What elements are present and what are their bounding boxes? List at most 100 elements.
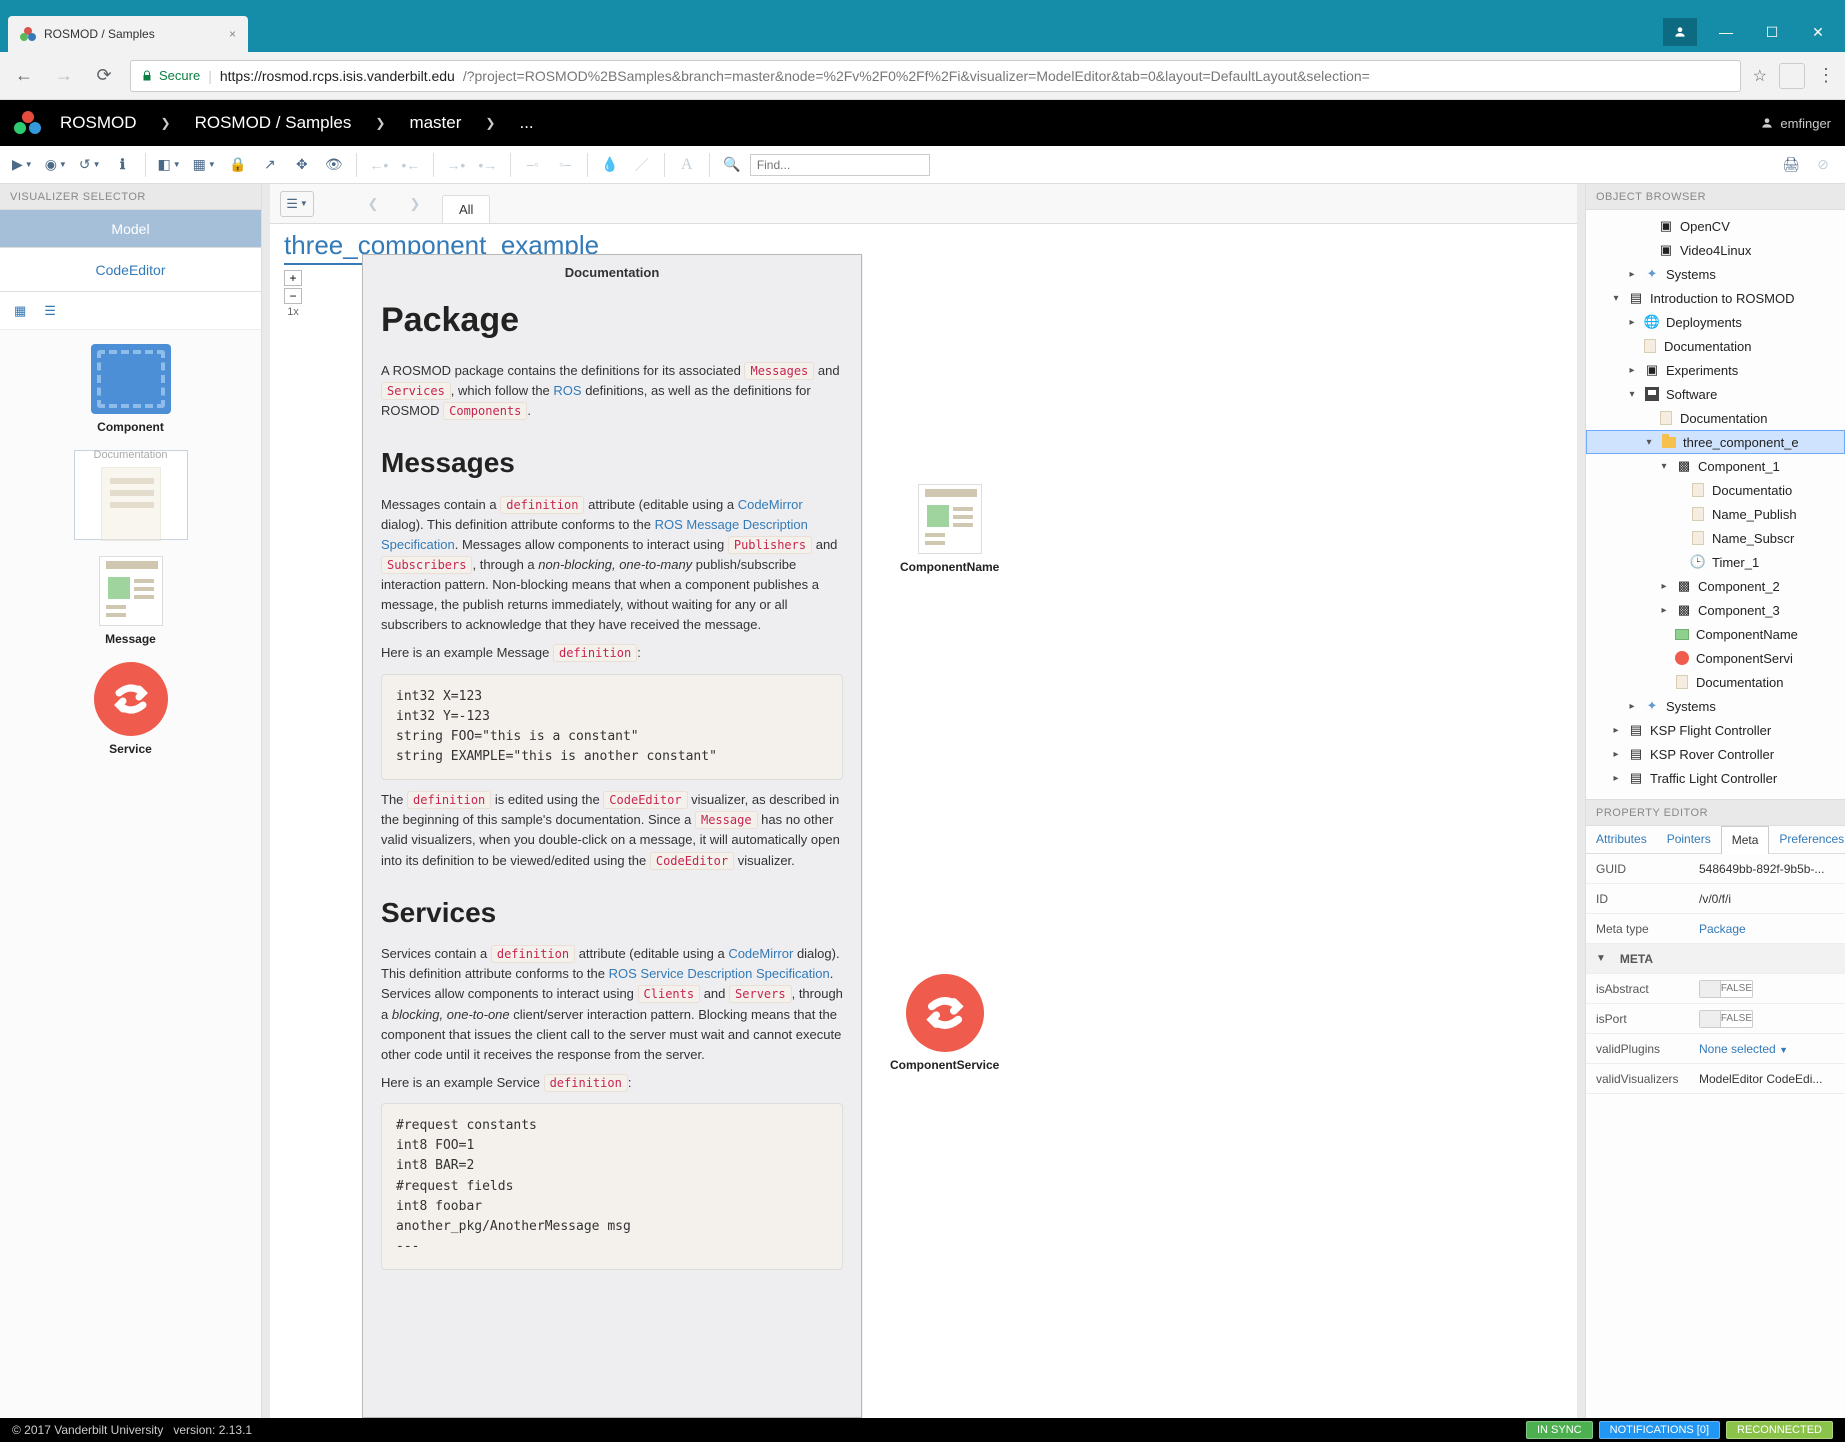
maximize-icon[interactable]: ☐ (1749, 16, 1795, 48)
badge-notifications[interactable]: NOTIFICATIONS [0] (1599, 1421, 1720, 1439)
documentation-icon (101, 467, 161, 541)
collapse-icon[interactable]: ▼ (1596, 953, 1606, 964)
object-tree[interactable]: ▣OpenCV ▣Video4Linux ▸✦Systems ▾▤Introdu… (1586, 210, 1845, 800)
zoom-in-button[interactable]: + (284, 270, 302, 286)
expand-icon[interactable]: ▸ (1610, 749, 1622, 760)
user-icon (1760, 116, 1774, 130)
expand-icon[interactable]: ▸ (1658, 581, 1670, 592)
lock-button[interactable]: 🔒 (224, 151, 252, 179)
doc-para: Services contain a definition attribute … (381, 944, 843, 1065)
play-button[interactable]: ▶▼ (8, 151, 37, 179)
prop-value[interactable]: Package (1699, 922, 1835, 936)
arrow-in-right-button[interactable]: •→ (474, 151, 502, 179)
crumb-project[interactable]: ROSMOD / Samples (195, 113, 352, 133)
canvas-back-icon[interactable]: ❮ (358, 191, 388, 217)
badge-insync[interactable]: IN SYNC (1526, 1421, 1593, 1439)
collapse-icon[interactable]: ▾ (1610, 293, 1622, 304)
expand-icon[interactable]: ▸ (1626, 269, 1638, 280)
undo-button[interactable]: ↺▼ (75, 151, 105, 179)
canvas[interactable]: three_component_example + − 1x Documenta… (270, 224, 1577, 1418)
visualizer-codeeditor-tab[interactable]: CodeEditor (0, 248, 261, 292)
tab-meta[interactable]: Meta (1721, 826, 1770, 854)
close-window-icon[interactable]: ✕ (1795, 16, 1841, 48)
expand-icon[interactable]: ▸ (1626, 701, 1638, 712)
canvas-list-button[interactable]: ☰▼ (280, 191, 314, 217)
app-logo-icon (14, 109, 42, 137)
view-grid-icon[interactable]: ▦ (14, 303, 26, 319)
splitter-left[interactable] (262, 184, 270, 1418)
tab-attributes[interactable]: Attributes (1586, 826, 1657, 853)
palette-documentation[interactable]: Documentation (71, 450, 191, 540)
expand-icon[interactable]: ▸ (1658, 605, 1670, 616)
module-icon: ▣ (1658, 242, 1674, 258)
menu-kebab-icon[interactable]: ⋮ (1817, 65, 1835, 86)
target-button[interactable]: ◉▼ (41, 151, 71, 179)
prop-toggle[interactable]: FALSE (1699, 1010, 1835, 1028)
handle-left-button[interactable]: ⎯◦ (519, 151, 547, 179)
visualizer-model-tab[interactable]: Model (0, 210, 261, 248)
palette-label: Message (105, 632, 156, 646)
badge-reconnected[interactable]: RECONNECTED (1726, 1421, 1833, 1439)
font-button[interactable]: A (673, 151, 701, 179)
move-button[interactable]: ✥ (288, 151, 316, 179)
canvas-node-componentname[interactable]: ComponentName (900, 484, 999, 574)
prop-toggle[interactable]: FALSE (1699, 980, 1835, 998)
eye-button[interactable]: 👁 (320, 151, 348, 179)
back-icon[interactable]: ← (10, 62, 38, 90)
crumb-branch[interactable]: master (409, 113, 461, 133)
expand-icon[interactable]: ▸ (1610, 773, 1622, 784)
minimize-icon[interactable]: — (1703, 16, 1749, 48)
tree-node-selected[interactable]: ▾three_component_e (1586, 430, 1845, 454)
bookmark-star-icon[interactable]: ☆ (1753, 66, 1767, 86)
documentation-panel[interactable]: Documentation Package A ROSMOD package c… (362, 254, 862, 1418)
expand-icon[interactable]: ▸ (1626, 365, 1638, 376)
handle-right-button[interactable]: ◦⎯ (551, 151, 579, 179)
rotate-button[interactable]: ↗ (256, 151, 284, 179)
browser-tab[interactable]: ROSMOD / Samples × (8, 16, 248, 52)
canvas-crumb-tab[interactable]: All (442, 195, 490, 223)
print-button[interactable]: 🖨 (1777, 151, 1805, 179)
arrow-out-left-button[interactable]: •← (397, 151, 425, 179)
extension-icon[interactable] (1779, 63, 1805, 89)
prop-dropdown[interactable]: None selected ▼ (1699, 1042, 1835, 1056)
crumb-more[interactable]: ... (519, 113, 533, 133)
find-input[interactable] (750, 154, 930, 176)
address-bar[interactable]: Secure | https://rosmod.rcps.isis.vander… (130, 60, 1741, 92)
prop-value[interactable]: ModelEditor CodeEdi... (1699, 1072, 1835, 1086)
canvas-node-componentservice[interactable]: ComponentService (890, 974, 999, 1072)
line-button[interactable]: ／ (628, 151, 656, 179)
splitter-right[interactable] (1577, 184, 1585, 1418)
tab-pointers[interactable]: Pointers (1657, 826, 1721, 853)
zoom-out-button[interactable]: − (284, 288, 302, 304)
palette-component[interactable]: Component (71, 344, 191, 434)
doc-icon (1660, 411, 1672, 425)
arrow-in-left-button[interactable]: ←• (365, 151, 393, 179)
cancel-circle-button[interactable]: ⊘ (1809, 151, 1837, 179)
expand-icon[interactable]: ▸ (1610, 725, 1622, 736)
crumb-app[interactable]: ROSMOD (60, 113, 137, 133)
reload-icon[interactable]: ⟳ (90, 62, 118, 90)
collapse-icon[interactable]: ▾ (1658, 461, 1670, 472)
info-button[interactable]: ℹ (109, 151, 137, 179)
tab-preferences[interactable]: Preferences (1769, 826, 1845, 853)
deployments-icon: 🌐 (1644, 314, 1660, 330)
prop-key: isPort (1596, 1012, 1691, 1026)
palette-label: Component (97, 420, 164, 434)
palette-message[interactable]: Message (71, 556, 191, 646)
panel-left-button[interactable]: ◧▼ (154, 151, 185, 179)
droplet-button[interactable]: 💧 (596, 151, 624, 179)
chrome-user-icon[interactable] (1663, 18, 1697, 46)
arrow-out-right-button[interactable]: →• (442, 151, 470, 179)
view-list-icon[interactable]: ☰ (44, 303, 56, 319)
grid-button[interactable]: ▦▼ (189, 151, 220, 179)
expand-icon[interactable]: ▸ (1626, 317, 1638, 328)
prop-value[interactable]: 548649bb-892f-9b5b-... (1699, 862, 1835, 876)
collapse-icon[interactable]: ▾ (1626, 389, 1638, 400)
username[interactable]: emfinger (1780, 116, 1831, 131)
prop-value[interactable]: /v/0/f/i (1699, 892, 1835, 906)
doc-icon (1692, 507, 1704, 521)
palette-service[interactable]: Service (71, 662, 191, 756)
tab-close-icon[interactable]: × (229, 27, 236, 41)
canvas-forward-icon[interactable]: ❯ (400, 191, 430, 217)
collapse-icon[interactable]: ▾ (1643, 437, 1655, 448)
